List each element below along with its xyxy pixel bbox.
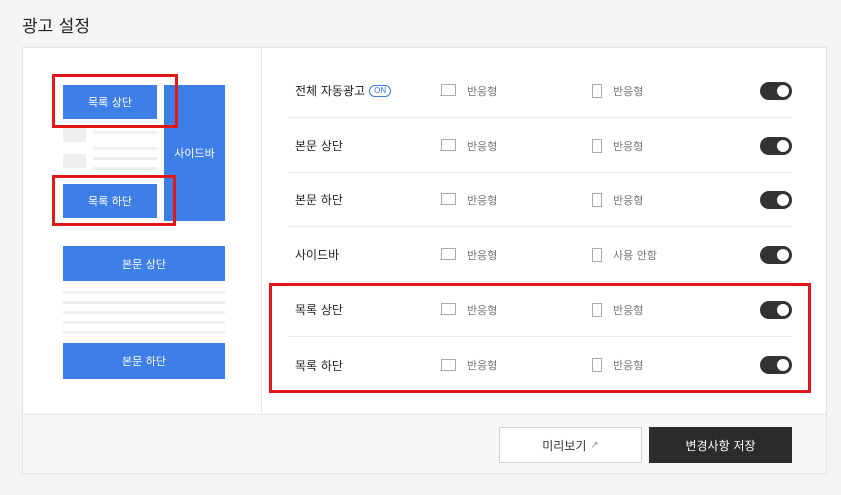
preview-body-top: 본문 상단 [63, 246, 225, 281]
monitor-icon [440, 193, 456, 206]
mobile-icon [592, 83, 602, 98]
highlight-box-list-bottom [52, 175, 176, 226]
preview-body-bottom: 본문 하단 [63, 343, 225, 379]
preview-body-line [63, 311, 225, 314]
toggle-switch[interactable] [760, 246, 792, 264]
row-label: 본문 상단 [295, 139, 343, 153]
mobile-ad-type-value: 반응형 [613, 84, 644, 98]
toggle-knob [777, 249, 789, 261]
pc-ad-type-value: 반응형 [467, 84, 498, 98]
ad-settings-panel: 목록 상단 사이드바 목록 하단 본문 상단 본문 하단 전체 자동광고 ON … [22, 47, 827, 474]
preview-body-line [63, 291, 225, 294]
toggle-switch[interactable] [760, 82, 792, 100]
preview-text-line [93, 157, 157, 160]
preview-thumb [63, 128, 86, 142]
monitor-icon [440, 84, 456, 97]
mobile-icon [592, 138, 602, 153]
panel-footer: 미리보기 ↗ 변경사항 저장 [23, 414, 826, 473]
preview-button-label: 미리보기 [542, 438, 587, 453]
preview-text-line [93, 167, 157, 170]
preview-body-line [63, 331, 225, 334]
mobile-ad-type[interactable]: 반응형 [592, 119, 643, 172]
pc-ad-type-value: 반응형 [467, 248, 498, 262]
preview-text-line [93, 131, 157, 134]
row-label: 사이드바 [295, 248, 340, 262]
pc-ad-type[interactable]: 반응형 [440, 119, 497, 172]
monitor-icon [440, 139, 456, 152]
on-badge: ON [369, 84, 392, 97]
toggle-knob [777, 194, 789, 206]
mobile-ad-type[interactable]: 사용 안함 [592, 228, 657, 281]
toggle-knob [777, 85, 789, 97]
mobile-ad-type[interactable]: 반응형 [592, 173, 643, 226]
ad-row-body-bottom: 본문 하단 반응형 반응형 [288, 173, 792, 227]
mobile-ad-type[interactable]: 반응형 [592, 64, 643, 117]
row-label: 전체 자동광고 [295, 84, 366, 98]
mobile-icon [592, 192, 602, 207]
row-label: 본문 하단 [295, 193, 343, 207]
layout-preview: 목록 상단 사이드바 목록 하단 본문 상단 본문 하단 [23, 48, 262, 414]
highlight-box-list-rows [269, 283, 811, 393]
preview-text-line [93, 147, 157, 150]
toggle-knob [777, 140, 789, 152]
pc-ad-type[interactable]: 반응형 [440, 173, 497, 226]
mobile-ad-type-value: 반응형 [613, 193, 644, 207]
preview-thumb [63, 154, 86, 168]
mobile-ad-type-value: 반응형 [613, 139, 644, 153]
ad-row-sidebar: 사이드바 반응형 사용 안함 [288, 228, 792, 282]
ad-row-auto: 전체 자동광고 ON 반응형 반응형 [288, 64, 792, 118]
toggle-switch[interactable] [760, 191, 792, 209]
monitor-icon [440, 248, 456, 261]
pc-ad-type[interactable]: 반응형 [440, 228, 497, 281]
ad-row-body-top: 본문 상단 반응형 반응형 [288, 119, 792, 173]
pc-ad-type[interactable]: 반응형 [440, 64, 497, 117]
pc-ad-type-value: 반응형 [467, 193, 498, 207]
toggle-switch[interactable] [760, 137, 792, 155]
external-link-icon: ↗ [590, 439, 599, 451]
preview-body-line [63, 321, 225, 324]
mobile-ad-type-value: 사용 안함 [613, 248, 657, 262]
highlight-box-list-top [52, 74, 178, 128]
pc-ad-type-value: 반응형 [467, 139, 498, 153]
mobile-icon [592, 247, 602, 262]
preview-body-line [63, 301, 225, 304]
preview-button[interactable]: 미리보기 ↗ [499, 427, 642, 463]
page-title: 광고 설정 [22, 17, 90, 37]
save-changes-button[interactable]: 변경사항 저장 [649, 427, 792, 463]
